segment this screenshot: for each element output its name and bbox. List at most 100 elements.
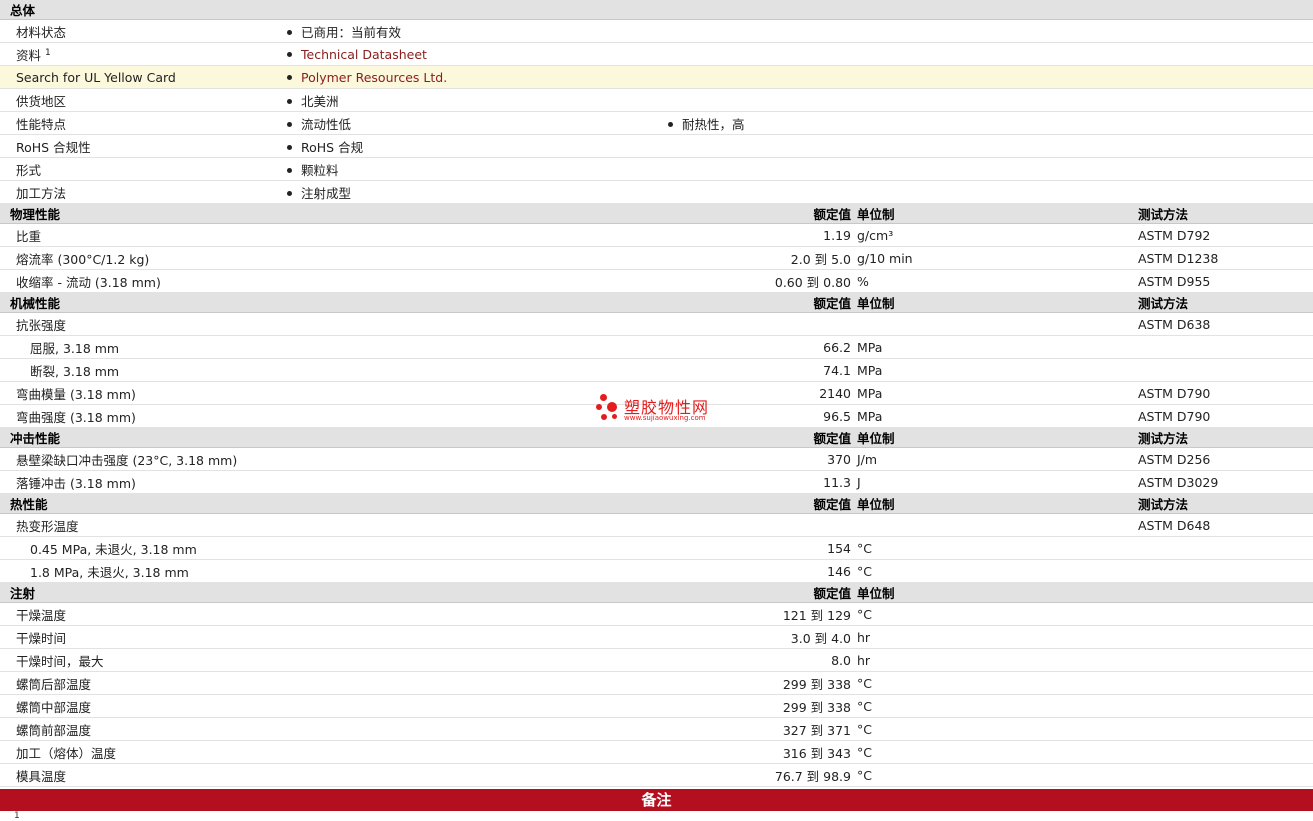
property-value: 74.1 <box>664 358 855 382</box>
general-row-label: 加工方法 <box>0 180 283 204</box>
property-method <box>1138 625 1313 649</box>
section-header: 热性能 额定值 单位制 测试方法 <box>0 493 1313 514</box>
property-row: 螺筒前部温度 327 到 371 °C <box>0 717 1313 741</box>
property-method <box>1138 694 1313 718</box>
general-row-value-extra: 耐热性，高 <box>664 111 1313 135</box>
property-value: 370 <box>664 447 855 471</box>
property-method: ASTM D638 <box>1138 312 1313 336</box>
column-unit-header: 单位制 <box>855 427 1138 448</box>
property-value: 299 到 338 <box>664 694 855 718</box>
section-title: 注射 <box>0 582 664 603</box>
property-unit: °C <box>855 740 1138 764</box>
property-value: 327 到 371 <box>664 717 855 741</box>
general-row-value-extra <box>664 134 1313 158</box>
general-row-value: RoHS 合规 <box>283 134 664 158</box>
property-label: 加工（熔体）温度 <box>0 740 664 764</box>
property-method: ASTM D955 <box>1138 269 1313 293</box>
property-label: 螺筒后部温度 <box>0 671 664 695</box>
general-row-label: 形式 <box>0 157 283 181</box>
property-label: 干燥时间，最大 <box>0 648 664 672</box>
property-label: 比重 <box>0 223 664 247</box>
property-unit: °C <box>855 536 1138 560</box>
property-unit: °C <box>855 671 1138 695</box>
property-unit: MPa <box>855 358 1138 382</box>
section-title: 物理性能 <box>0 203 664 224</box>
property-row: 屈服, 3.18 mm 66.2 MPa <box>0 335 1313 359</box>
general-row-value: 注射成型 <box>283 180 664 204</box>
general-row-value: Technical Datasheet <box>283 42 664 66</box>
general-row-value: 流动性低 <box>283 111 664 135</box>
general-row-value-extra <box>664 88 1313 112</box>
property-method <box>1138 717 1313 741</box>
property-row: 螺筒中部温度 299 到 338 °C <box>0 694 1313 718</box>
column-value-header: 额定值 <box>664 582 855 603</box>
property-value: 11.3 <box>664 470 855 494</box>
column-method-header: 测试方法 <box>1138 493 1313 514</box>
general-row: 加工方法 注射成型 <box>0 180 1313 204</box>
property-value <box>664 312 855 336</box>
section-title: 总体 <box>0 0 1313 20</box>
section-header: 冲击性能 额定值 单位制 测试方法 <box>0 427 1313 448</box>
general-row-value-extra <box>664 42 1313 66</box>
column-unit-header: 单位制 <box>855 493 1138 514</box>
general-row-label: 资料 1 <box>0 42 283 66</box>
watermark-logo: 塑胶物性网 www.sujiaowuxing.com <box>596 392 736 426</box>
property-unit <box>855 513 1138 537</box>
property-method: ASTM D256 <box>1138 447 1313 471</box>
general-row-value: Polymer Resources Ltd. <box>283 65 664 89</box>
property-row: 悬壁梁缺口冲击强度 (23°C, 3.18 mm) 370 J/m ASTM D256 <box>0 447 1313 471</box>
general-row-label[interactable]: Search for UL Yellow Card <box>0 65 283 89</box>
general-row-value-extra <box>664 19 1313 43</box>
property-label: 1.8 MPa, 未退火, 3.18 mm <box>0 559 664 583</box>
footnote-ref: 1 <box>45 47 51 58</box>
property-row: 熔流率 (300°C/1.2 kg) 2.0 到 5.0 g/10 min ASTM … <box>0 246 1313 270</box>
datasheet-link[interactable]: Polymer Resources Ltd. <box>301 70 447 85</box>
property-label: 弯曲模量 (3.18 mm) <box>0 381 664 405</box>
footnote-marker: 1 <box>14 811 20 821</box>
property-row: 收缩率 - 流动 (3.18 mm) 0.60 到 0.80% ASTM D955 <box>0 269 1313 293</box>
property-row: 螺筒后部温度 299 到 338 °C <box>0 671 1313 695</box>
property-row: 模具温度 76.7 到 98.9 °C <box>0 763 1313 787</box>
property-method <box>1138 740 1313 764</box>
property-unit: g/10 min <box>855 246 1138 270</box>
property-unit: MPa <box>855 404 1138 428</box>
bullet-icon <box>287 144 292 150</box>
section-title: 机械性能 <box>0 292 664 313</box>
property-label: 螺筒前部温度 <box>0 717 664 741</box>
property-unit: °C <box>855 602 1138 626</box>
property-unit: °C <box>855 717 1138 741</box>
property-value: 299 到 338 <box>664 671 855 695</box>
property-unit: g/cm³ <box>855 223 1138 247</box>
property-unit: °C <box>855 559 1138 583</box>
value-text: 耐热性，高 <box>682 116 745 132</box>
section-title: 热性能 <box>0 493 664 514</box>
property-value: 1.19 <box>664 223 855 247</box>
property-unit: hr <box>855 625 1138 649</box>
general-row-label: RoHS 合规性 <box>0 134 283 158</box>
property-row: 落锤冲击 (3.18 mm) 11.3 J ASTM D3029 <box>0 470 1313 494</box>
bullet-icon <box>287 190 292 196</box>
general-row-value-extra <box>664 65 1313 89</box>
section-title: 冲击性能 <box>0 427 664 448</box>
property-row: 断裂, 3.18 mm 74.1 MPa <box>0 358 1313 382</box>
property-label: 收缩率 - 流动 (3.18 mm) <box>0 269 664 293</box>
general-row: 材料状态 已商用：当前有效 <box>0 19 1313 43</box>
general-row: 资料 1 Technical Datasheet <box>0 42 1313 66</box>
property-value: 3.0 到 4.0 <box>664 625 855 649</box>
property-value: 0.60 到 0.80 <box>664 269 855 293</box>
general-row-value-extra <box>664 157 1313 181</box>
value-text: 流动性低 <box>301 116 352 132</box>
property-unit: °C <box>855 763 1138 787</box>
bullet-icon <box>287 167 292 173</box>
property-method: ASTM D3029 <box>1138 470 1313 494</box>
property-method <box>1138 763 1313 787</box>
bullet-icon <box>287 51 292 57</box>
property-label: 0.45 MPa, 未退火, 3.18 mm <box>0 536 664 560</box>
general-row: Search for UL Yellow Card Polymer Resourc… <box>0 65 1313 89</box>
remarks-header: 备注 <box>0 789 1313 811</box>
datasheet-link[interactable]: Technical Datasheet <box>301 47 427 62</box>
property-row: 热变形温度 ASTM D648 <box>0 513 1313 537</box>
property-value: 121 到 129 <box>664 602 855 626</box>
property-method <box>1138 536 1313 560</box>
general-row-label: 性能特点 <box>0 111 283 135</box>
